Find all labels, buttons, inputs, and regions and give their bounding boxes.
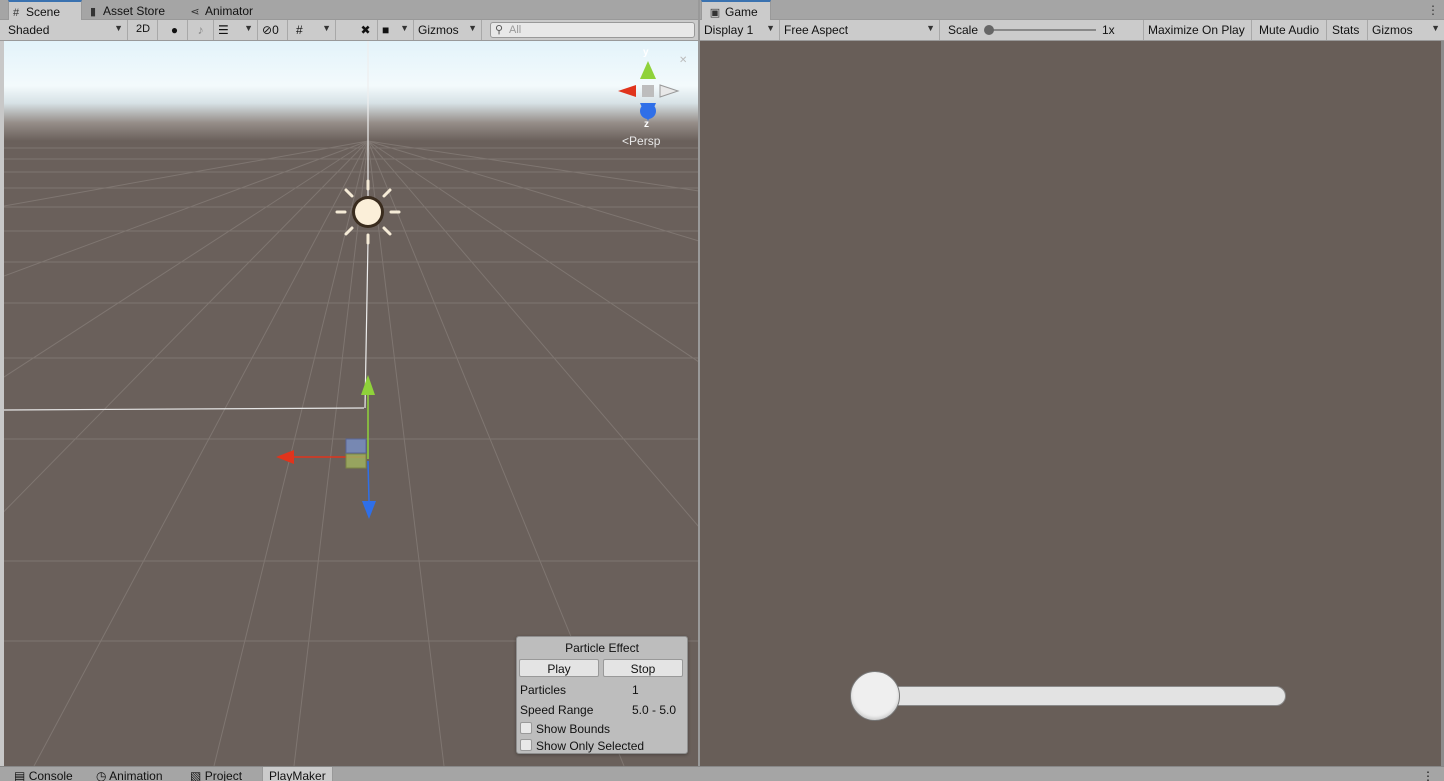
camera-dropdown[interactable]: ■ ▼ xyxy=(378,20,414,40)
tools-toggle[interactable]: ✖ xyxy=(354,20,378,40)
show-bounds-label: Show Bounds xyxy=(536,722,611,736)
grid-icon: # xyxy=(296,23,303,37)
tab-project[interactable]: ▧ Project xyxy=(190,769,242,781)
display-dropdown[interactable]: Display 1 ▼ xyxy=(700,20,780,40)
tab-scene[interactable]: # Scene xyxy=(8,0,82,21)
audio-toggle[interactable]: ♪ xyxy=(188,20,214,40)
dropdown-arrow-icon: ▼ xyxy=(468,23,477,33)
scene-gizmos-dropdown[interactable]: Gizmos ▼ xyxy=(414,20,482,40)
speed-range-label: Speed Range xyxy=(520,703,594,717)
show-only-selected-checkbox[interactable] xyxy=(520,739,532,751)
kebab-menu-icon[interactable]: ⋮ xyxy=(1427,3,1439,17)
scene-tabbar: # Scene ▮ Asset Store ⋖ Animator xyxy=(0,0,699,21)
bag-icon: ▮ xyxy=(89,6,97,18)
search-icon: ⚲ xyxy=(495,24,504,36)
particles-value: 1 xyxy=(632,683,639,697)
persp-chevron-icon: < xyxy=(622,134,630,148)
game-toolbar: Display 1 ▼ Free Aspect ▼ Scale 1x Maxim… xyxy=(700,20,1444,41)
particle-effect-panel: Particle Effect Play Stop Particles 1 Sp… xyxy=(516,636,688,754)
show-bounds-checkbox[interactable] xyxy=(520,722,532,734)
tab-playmaker[interactable]: PlayMaker xyxy=(262,767,333,781)
dropdown-arrow-icon: ▼ xyxy=(766,23,775,33)
tools-icon: ✖ xyxy=(360,23,371,37)
directional-light-icon[interactable] xyxy=(335,179,401,245)
aspect-dropdown[interactable]: Free Aspect ▼ xyxy=(780,20,940,40)
game-tabbar: ▣ Game ⋮ xyxy=(700,0,1444,21)
ui-slider-handle[interactable] xyxy=(850,671,900,721)
ui-slider-track[interactable] xyxy=(878,686,1286,706)
hidden-objects-toggle[interactable]: ⊘0 xyxy=(258,20,288,40)
orientation-y-label: y xyxy=(643,47,649,58)
game-gizmos-dropdown[interactable]: Gizmos ▼ xyxy=(1368,20,1444,40)
dropdown-arrow-icon: ▼ xyxy=(926,23,935,33)
tab-game[interactable]: ▣ Game xyxy=(701,0,771,21)
grid-icon: # xyxy=(12,7,20,19)
game-view[interactable] xyxy=(700,41,1444,766)
effects-dropdown[interactable]: ☰ ▼ xyxy=(214,20,258,40)
particle-effect-title: Particle Effect xyxy=(565,641,639,655)
maximize-on-play-toggle[interactable]: Maximize On Play xyxy=(1144,20,1252,40)
camera-icon: ■ xyxy=(382,23,390,37)
scene-window: # Scene ▮ Asset Store ⋖ Animator Shaded ▼ 2… xyxy=(0,0,699,766)
scale-slider[interactable]: Scale 1x xyxy=(944,20,1144,40)
bottom-tabbar: ▤ Console ◷ Animation ▧ Project PlayMake… xyxy=(0,766,1444,781)
console-icon: ▤ xyxy=(14,769,26,781)
layers-icon: ☰ xyxy=(218,23,229,37)
particles-label: Particles xyxy=(520,683,567,697)
projection-toggle[interactable]: <Persp xyxy=(622,134,660,148)
tab-animator[interactable]: ⋖ Animator xyxy=(188,1,268,20)
scale-track xyxy=(988,29,1096,31)
show-only-selected-label: Show Only Selected xyxy=(536,739,645,753)
scene-toolbar: Shaded ▼ 2D ● ♪ ☰ ▼ ⊘0 # ▼ ✖ ■ ▼ Gizmos … xyxy=(0,20,699,41)
clock-icon: ◷ xyxy=(96,769,107,781)
draw-mode-dropdown[interactable]: Shaded ▼ xyxy=(4,20,128,40)
folder-icon: ▧ xyxy=(190,769,202,781)
lightbulb-icon: ● xyxy=(170,23,179,37)
tab-asset-store[interactable]: ▮ Asset Store xyxy=(86,1,182,20)
speed-range-value: 5.0 - 5.0 xyxy=(632,703,677,717)
dropdown-arrow-icon: ▼ xyxy=(400,23,409,33)
scale-thumb[interactable] xyxy=(984,25,994,35)
eye-slash-icon: ⊘ xyxy=(262,23,273,37)
lighting-toggle[interactable]: ● xyxy=(162,20,188,40)
grid-snap-dropdown[interactable]: # ▼ xyxy=(292,20,336,40)
dropdown-arrow-icon: ▼ xyxy=(1431,23,1440,33)
play-button[interactable]: Play xyxy=(519,659,599,677)
scene-search-input[interactable]: ⚲ All xyxy=(490,22,695,38)
tab-animation[interactable]: ◷ Animation xyxy=(96,769,163,781)
game-window: ▣ Game ⋮ Display 1 ▼ Free Aspect ▼ Scale … xyxy=(700,0,1444,766)
dropdown-arrow-icon: ▼ xyxy=(244,23,253,33)
2d-toggle[interactable]: 2D xyxy=(132,20,158,40)
x-axis-handle[interactable] xyxy=(276,450,294,464)
svg-text:✕: ✕ xyxy=(679,55,687,66)
orientation-gizmo[interactable]: ✕ xyxy=(618,55,687,121)
speaker-icon: ♪ xyxy=(197,23,204,37)
dropdown-arrow-icon: ▼ xyxy=(114,23,123,33)
orientation-z-label: z xyxy=(644,119,649,130)
z-axis-handle[interactable] xyxy=(362,501,376,519)
mute-audio-toggle[interactable]: Mute Audio xyxy=(1255,20,1327,40)
gamepad-icon: ▣ xyxy=(709,7,721,19)
stats-toggle[interactable]: Stats xyxy=(1328,20,1368,40)
bottom-kebab-menu-icon[interactable]: ⋮ xyxy=(1422,769,1434,781)
tab-console[interactable]: ▤ Console xyxy=(14,769,73,781)
dropdown-arrow-icon: ▼ xyxy=(322,23,331,33)
y-axis-handle[interactable] xyxy=(361,375,375,395)
animator-icon: ⋖ xyxy=(190,6,200,18)
stop-button[interactable]: Stop xyxy=(603,659,683,677)
